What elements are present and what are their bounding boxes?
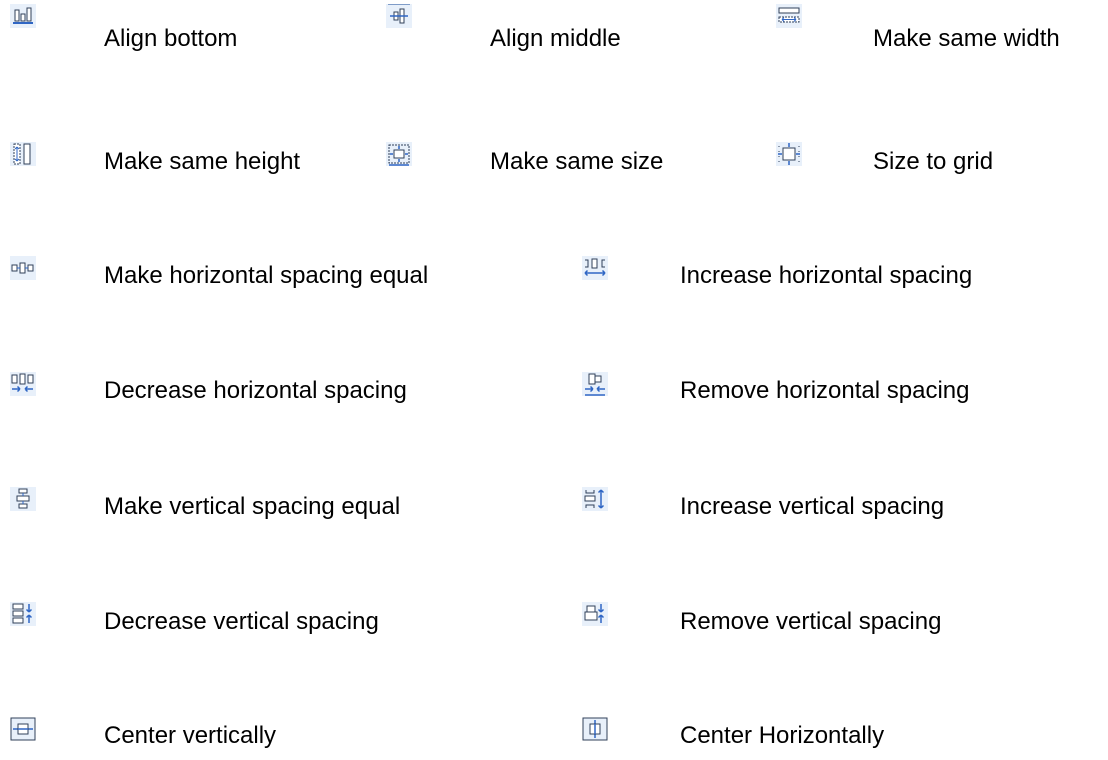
- increase-vertical-spacing-label: Increase vertical spacing: [680, 493, 945, 520]
- center-horizontally-label: Center Horizontally: [680, 722, 885, 749]
- make-same-width-icon: [776, 4, 802, 28]
- center-vertically-label: Center vertically: [104, 722, 277, 749]
- make-horizontal-spacing-equal-icon: [10, 256, 36, 280]
- remove-horizontal-spacing-label: Remove horizontal spacing: [680, 377, 970, 404]
- make-vertical-spacing-equal-icon: [10, 487, 36, 511]
- remove-horizontal-spacing-icon: [582, 372, 608, 396]
- decrease-horizontal-spacing-label: Decrease horizontal spacing: [104, 377, 407, 404]
- align-middle-icon: [386, 4, 412, 28]
- decrease-vertical-spacing-icon: [10, 602, 36, 626]
- increase-vertical-spacing-icon: [582, 487, 608, 511]
- size-to-grid-label: Size to grid: [873, 148, 994, 175]
- make-same-size-icon: [386, 142, 412, 166]
- increase-horizontal-spacing-icon: [582, 256, 608, 280]
- remove-vertical-spacing-icon: [582, 602, 608, 626]
- remove-vertical-spacing-label: Remove vertical spacing: [680, 608, 942, 635]
- decrease-horizontal-spacing-icon: [10, 372, 36, 396]
- increase-horizontal-spacing-label: Increase horizontal spacing: [680, 262, 973, 289]
- make-same-height-label: Make same height: [104, 148, 301, 175]
- make-same-height-icon: [10, 142, 36, 166]
- align-bottom-label: Align bottom: [104, 25, 238, 52]
- size-to-grid-icon: [776, 142, 802, 166]
- make-same-size-label: Make same size: [490, 148, 664, 175]
- center-horizontally-icon: [582, 717, 608, 741]
- align-bottom-icon: [10, 4, 36, 28]
- make-vertical-spacing-equal-label: Make vertical spacing equal: [104, 493, 401, 520]
- center-vertically-icon: [10, 717, 36, 741]
- make-same-width-label: Make same width: [873, 25, 1060, 52]
- decrease-vertical-spacing-label: Decrease vertical spacing: [104, 608, 379, 635]
- align-middle-label: Align middle: [490, 25, 621, 52]
- make-horizontal-spacing-equal-label: Make horizontal spacing equal: [104, 262, 429, 289]
